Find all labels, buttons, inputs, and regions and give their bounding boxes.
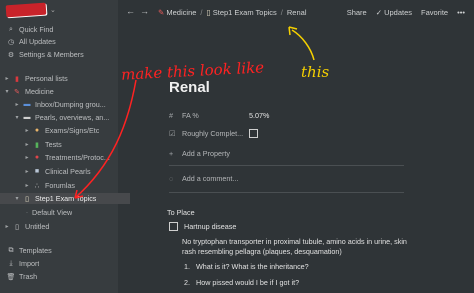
- more-options-icon[interactable]: •••: [457, 8, 465, 17]
- breadcrumb-separator: /: [280, 8, 283, 17]
- favorite-button[interactable]: Favorite: [421, 8, 448, 17]
- share-button[interactable]: Share: [347, 8, 367, 17]
- page-content: ← → ✎ Medicine / ▯ Step1 Exam Topics / R…: [118, 0, 474, 293]
- page-icon: ▯: [25, 195, 29, 203]
- sidebar-item-pearls[interactable]: ▾ ▬ Pearls, overviews, an...: [0, 112, 130, 123]
- inbox-icon: ▬: [23, 101, 31, 108]
- chevron-icon[interactable]: ⌄: [50, 6, 56, 14]
- hash-icon: #: [169, 111, 173, 120]
- todo-item[interactable]: Hartnup disease: [169, 222, 236, 231]
- add-property-button[interactable]: + Add a Property: [169, 149, 230, 158]
- back-arrow-icon[interactable]: ←: [126, 6, 135, 16]
- chevron-down-icon[interactable]: ▾: [12, 114, 22, 121]
- sidebar: ⌄ ⌕ Quick Find ◷ All Updates ⚙ Settings …: [0, 0, 130, 293]
- sidebar-item-personal-lists[interactable]: ▸ ▮ Personal lists: [0, 73, 120, 84]
- todo-checkbox[interactable]: [169, 222, 178, 231]
- chevron-right-icon[interactable]: ▸: [22, 154, 32, 161]
- trash-icon: 🗑: [6, 273, 16, 281]
- checkbox-icon: ☑: [169, 129, 176, 138]
- gear-icon: ⚙: [7, 51, 15, 59]
- sidebar-item-inbox[interactable]: ▸ ▬ Inbox/Dumping grou...: [0, 99, 130, 110]
- sidebar-item-quick-find[interactable]: ⌕ Quick Find: [0, 24, 124, 35]
- page-title[interactable]: Renal: [169, 79, 210, 96]
- comment-icon: ◌: [169, 174, 174, 183]
- clock-icon: ◷: [7, 38, 15, 46]
- formula-icon: ∴: [34, 182, 40, 190]
- chevron-right-icon[interactable]: ▸: [22, 127, 32, 134]
- page-icon: ▯: [15, 223, 19, 231]
- property-name: Roughly Complet...: [182, 129, 244, 138]
- updates-button[interactable]: ✓ Updates: [376, 8, 412, 17]
- person-icon: ●: [34, 127, 40, 134]
- sidebar-item-untitled[interactable]: ▸ ▯ Untitled: [0, 221, 120, 232]
- chevron-right-icon[interactable]: ▸: [12, 101, 22, 108]
- chevron-down-icon[interactable]: ▾: [2, 88, 12, 95]
- top-actions: Share ✓ Updates Favorite •••: [347, 8, 465, 17]
- syringe-icon: ✎: [14, 88, 20, 96]
- pearl-image-icon: ■: [34, 168, 40, 175]
- breadcrumb-medicine[interactable]: ✎ Medicine: [158, 8, 196, 17]
- divider: [169, 165, 404, 166]
- chevron-down-icon[interactable]: ▾: [12, 195, 22, 202]
- add-comment-field[interactable]: ◌ Add a comment...: [169, 174, 238, 183]
- property-roughly-complete[interactable]: ☑ Roughly Complet...: [169, 129, 258, 138]
- check-icon: ✓: [375, 8, 385, 17]
- property-fa-percent[interactable]: # FA % 5.07%: [169, 111, 269, 120]
- sidebar-item-import[interactable]: ⤓ Import: [0, 258, 124, 269]
- property-value[interactable]: 5.07%: [249, 111, 269, 120]
- list-item[interactable]: 1. What is it? What is the inheritance?: [184, 262, 309, 271]
- sidebar-item-settings[interactable]: ⚙ Settings & Members: [0, 49, 124, 60]
- property-name: FA %: [182, 111, 199, 120]
- pill-icon: ●: [34, 154, 40, 161]
- search-icon: ⌕: [9, 25, 13, 33]
- chevron-right-icon[interactable]: ▸: [22, 141, 32, 148]
- topbar: ← → ✎ Medicine / ▯ Step1 Exam Topics / R…: [118, 0, 474, 24]
- breadcrumb: ✎ Medicine / ▯ Step1 Exam Topics / Renal: [158, 8, 307, 17]
- breadcrumb-renal[interactable]: Renal: [287, 8, 307, 17]
- breadcrumb-step1-exam-topics[interactable]: ▯ Step1 Exam Topics: [207, 8, 277, 17]
- annotation-yellow-text: this: [301, 63, 330, 81]
- chevron-right-icon[interactable]: ▸: [22, 182, 32, 189]
- syringe-icon: ✎: [158, 8, 165, 17]
- chevron-right-icon[interactable]: ▸: [2, 75, 12, 82]
- divider: [169, 192, 404, 193]
- description-text[interactable]: No tryptophan transporter in proximal tu…: [182, 237, 420, 257]
- chevron-right-icon[interactable]: ▸: [2, 223, 12, 230]
- breadcrumb-separator: /: [200, 8, 203, 17]
- sidebar-item-step1-exam-topics[interactable]: ▾ ▯ Step1 Exam Topics: [0, 193, 130, 204]
- sidebar-item-medicine[interactable]: ▾ ✎ Medicine: [0, 86, 120, 97]
- sidebar-item-templates[interactable]: ⧉ Templates: [0, 245, 124, 256]
- sidebar-item-all-updates[interactable]: ◷ All Updates: [0, 36, 124, 47]
- pearl-icon: ▬: [23, 114, 31, 121]
- templates-icon: ⧉: [8, 246, 14, 254]
- sidebar-item-trash[interactable]: 🗑 Trash: [0, 271, 124, 282]
- list-item[interactable]: 2. How pissed would I be if I got it?: [184, 278, 299, 287]
- chevron-right-icon[interactable]: ▸: [22, 168, 32, 175]
- page-icon: ▯: [206, 8, 211, 17]
- import-icon: ⤓: [9, 259, 13, 267]
- notebook-icon: ▮: [15, 75, 19, 83]
- property-checkbox[interactable]: [249, 129, 258, 138]
- workspace-logo[interactable]: [5, 2, 47, 18]
- plus-icon: +: [169, 149, 174, 158]
- test-tube-icon: ▮: [35, 141, 39, 149]
- forward-arrow-icon[interactable]: →: [140, 6, 149, 16]
- section-heading[interactable]: To Place: [167, 208, 195, 217]
